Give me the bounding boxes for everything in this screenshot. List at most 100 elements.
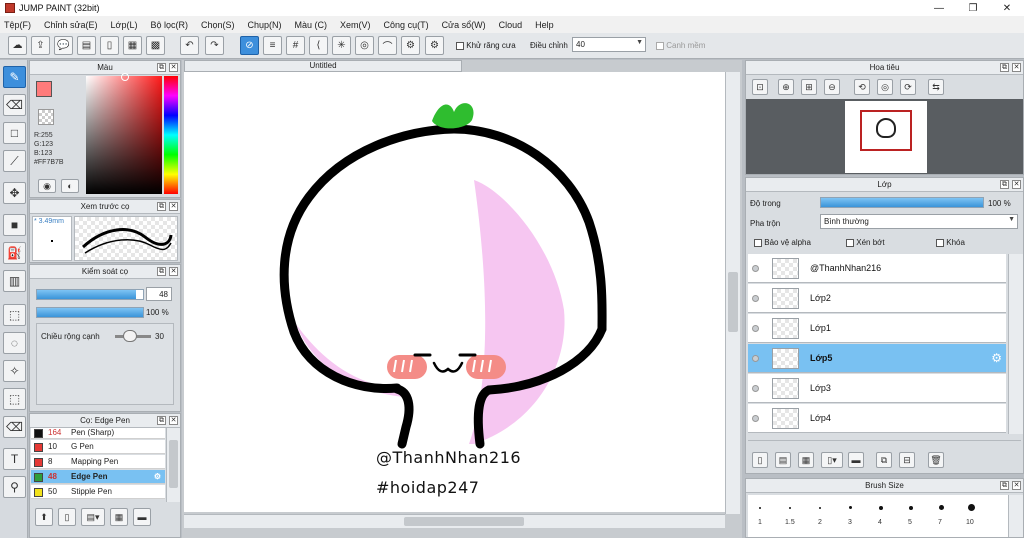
menu-layer[interactable]: Lớp(L): [111, 20, 138, 30]
brush-settings-icon[interactable]: ▦: [110, 508, 128, 526]
pen-tool-icon[interactable]: ✎: [3, 66, 26, 88]
brush-list-scrollbar[interactable]: [166, 428, 180, 502]
select-pen-tool-icon[interactable]: ⬚: [3, 388, 26, 410]
brush-menu-icon[interactable]: ▤▾: [81, 508, 105, 526]
popout-icon[interactable]: ⧉: [157, 202, 166, 211]
menu-select[interactable]: Chọn(S): [201, 20, 235, 30]
layer-row-selected[interactable]: Lớp5 ⚙: [748, 344, 1006, 373]
speech-bubble-icon[interactable]: 💬: [54, 36, 73, 55]
comment-icon[interactable]: ▤: [77, 36, 96, 55]
close-button[interactable]: ✕: [990, 0, 1024, 16]
page-icon[interactable]: ▯: [100, 36, 119, 55]
layer-row[interactable]: Lớp2: [748, 284, 1006, 313]
radial-snap-icon[interactable]: ✳: [332, 36, 351, 55]
eraser-tool-icon[interactable]: ⌫: [3, 94, 26, 116]
size-option[interactable]: 2: [818, 519, 822, 526]
text-tool-icon[interactable]: T: [3, 448, 26, 470]
shape-tool-icon[interactable]: □: [3, 122, 26, 144]
cloud-icon[interactable]: ☁: [8, 36, 27, 55]
scroll-thumb[interactable]: [728, 272, 738, 332]
new-brush-icon[interactable]: ▯: [58, 508, 76, 526]
select-eraser-tool-icon[interactable]: ⌫: [3, 416, 26, 438]
scroll-thumb[interactable]: [404, 517, 524, 526]
palette-icon[interactable]: ◉: [38, 179, 56, 193]
new-raster-layer-icon[interactable]: ▤: [775, 452, 791, 468]
visibility-icon[interactable]: [752, 385, 759, 392]
concentric-snap-icon[interactable]: ◎: [355, 36, 374, 55]
undo-icon[interactable]: ↶: [180, 36, 199, 55]
close-icon[interactable]: ✕: [169, 416, 178, 425]
popout-icon[interactable]: ⧉: [157, 63, 166, 72]
menu-tools[interactable]: Công cụ(T): [384, 20, 429, 30]
antialias-checkbox[interactable]: [456, 41, 464, 50]
blend-mode-select[interactable]: Bình thường ▼: [820, 214, 1018, 229]
visibility-icon[interactable]: [752, 265, 759, 272]
document-tab[interactable]: Untitled: [184, 60, 462, 72]
minimize-button[interactable]: —: [922, 0, 956, 16]
picker-cursor[interactable]: [121, 73, 129, 81]
close-icon[interactable]: ✕: [1012, 180, 1021, 189]
brush-size-value[interactable]: 48: [146, 287, 172, 301]
zoom-fit-icon[interactable]: ⊡: [752, 79, 768, 95]
popout-icon[interactable]: ⧉: [1000, 180, 1009, 189]
close-icon[interactable]: ✕: [169, 267, 178, 276]
gear-icon[interactable]: ⚙: [154, 470, 161, 484]
menu-view[interactable]: Xem(V): [340, 20, 371, 30]
settings-gear-icon[interactable]: ⚙: [425, 36, 444, 55]
rotate-left-icon[interactable]: ⟲: [854, 79, 870, 95]
hue-slider[interactable]: [164, 76, 178, 194]
brush-size-slider[interactable]: [36, 289, 144, 300]
correction-select[interactable]: 40 ▼: [572, 37, 646, 52]
size-option[interactable]: 1: [758, 519, 762, 526]
visibility-icon[interactable]: [752, 355, 759, 362]
popout-icon[interactable]: ⧉: [157, 416, 166, 425]
scroll-thumb[interactable]: [169, 440, 178, 488]
parallel-snap-icon[interactable]: ≡: [263, 36, 282, 55]
fill-rect-tool-icon[interactable]: ■: [3, 214, 26, 236]
no-snap-icon[interactable]: ⊘: [240, 36, 259, 55]
saturation-value-picker[interactable]: [86, 76, 162, 194]
drawing-canvas[interactable]: @ThanhNhan216 #hoidap247: [184, 72, 725, 512]
menu-edit[interactable]: Chỉnh sửa(E): [44, 20, 98, 30]
eyedropper-tool-icon[interactable]: ⚲: [3, 476, 26, 498]
rotate-right-icon[interactable]: ⟳: [900, 79, 916, 95]
snap-settings-icon[interactable]: ⚙: [401, 36, 420, 55]
menu-filter[interactable]: Bộ lọc(R): [150, 20, 188, 30]
perspective-snap-icon[interactable]: ⟨: [309, 36, 328, 55]
size-option[interactable]: 10: [966, 519, 974, 526]
gradient-tool-icon[interactable]: ▥: [3, 270, 26, 292]
layer-scrollbar[interactable]: [1008, 254, 1023, 434]
page-list-icon[interactable]: ▦: [123, 36, 142, 55]
new-folder-icon[interactable]: ▬: [848, 452, 864, 468]
brush-item[interactable]: 10 G Pen: [31, 440, 165, 454]
layer-row[interactable]: Lớp1: [748, 314, 1006, 343]
brush-folder-icon[interactable]: ▬: [133, 508, 151, 526]
color-picker-icon[interactable]: ◐: [61, 179, 79, 193]
canvas-horizontal-scrollbar[interactable]: [184, 514, 725, 528]
rect-select-tool-icon[interactable]: ⬚: [3, 304, 26, 326]
brush-cloud-icon[interactable]: ⬆: [35, 508, 53, 526]
viewport-rect[interactable]: [860, 110, 912, 151]
brush-item-selected[interactable]: 48 Edge Pen ⚙: [31, 470, 165, 484]
merge-layer-icon[interactable]: ⊟: [899, 452, 915, 468]
layer-row[interactable]: Lớp4: [748, 404, 1006, 433]
flip-icon[interactable]: ⇆: [928, 79, 944, 95]
menu-cloud[interactable]: Cloud: [499, 20, 523, 30]
menu-window[interactable]: Cửa sổ(W): [442, 20, 486, 30]
menu-color[interactable]: Màu (C): [295, 20, 328, 30]
popout-icon[interactable]: ⧉: [1000, 63, 1009, 72]
move-tool-icon[interactable]: ✥: [3, 182, 26, 204]
size-option[interactable]: 7: [938, 519, 942, 526]
new-text-layer-icon[interactable]: ▦: [798, 452, 814, 468]
close-icon[interactable]: ✕: [1012, 63, 1021, 72]
close-icon[interactable]: ✕: [169, 63, 178, 72]
brush-size-scrollbar[interactable]: [1008, 495, 1023, 537]
redo-icon[interactable]: ↷: [205, 36, 224, 55]
layer-row[interactable]: Lớp3: [748, 374, 1006, 403]
layer-opacity-slider[interactable]: [820, 197, 984, 208]
canvas-vertical-scrollbar[interactable]: [725, 72, 740, 514]
protect-alpha-checkbox[interactable]: [754, 238, 762, 247]
delete-layer-icon[interactable]: 🗑: [928, 452, 944, 468]
visibility-icon[interactable]: [752, 295, 759, 302]
menu-capture[interactable]: Chụp(N): [248, 20, 282, 30]
